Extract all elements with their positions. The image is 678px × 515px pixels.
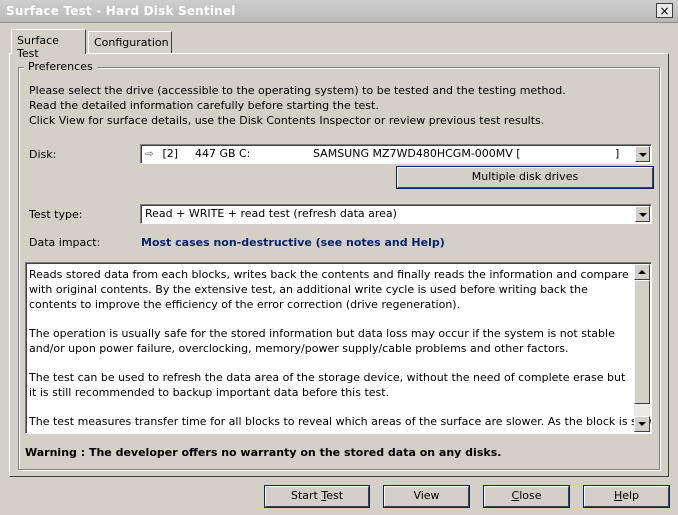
- description-paragraph-4: The test measures transfer time for all …: [29, 415, 652, 428]
- test-type-value: Read + WRITE + read test (refresh data a…: [145, 207, 397, 220]
- scroll-down-icon[interactable]: [634, 416, 650, 432]
- intro-line-3: Click View for surface details, use the …: [29, 114, 545, 127]
- scrollbar-thumb[interactable]: [634, 280, 650, 404]
- disk-letter: C:: [239, 147, 251, 160]
- disk-model: SAMSUNG MZ7WD480HCGM-000MV [: [313, 147, 521, 160]
- preferences-legend: Preferences: [24, 60, 97, 73]
- description-textbox[interactable]: Reads stored data from each blocks, writ…: [25, 262, 652, 434]
- data-impact-value: Most cases non-destructive (see notes an…: [141, 236, 445, 249]
- tab-label: Configuration: [94, 36, 169, 49]
- scroll-up-icon[interactable]: [634, 264, 650, 280]
- close-button[interactable]: Close: [484, 486, 569, 507]
- tab-surface-test[interactable]: Surface Test: [11, 29, 86, 60]
- description-paragraph-3: The test can be used to refresh the data…: [29, 371, 626, 399]
- close-label-post: lose: [519, 489, 542, 502]
- test-type-select[interactable]: Read + WRITE + read test (refresh data a…: [140, 204, 652, 224]
- disk-label: Disk:: [29, 148, 57, 161]
- help-label-key: H: [613, 489, 623, 502]
- disk-model-suffix: ]: [615, 147, 620, 160]
- start-test-label-pre: Start: [290, 489, 322, 502]
- start-test-label-post: est: [326, 489, 344, 502]
- intro-line-1: Please select the drive (accessible to t…: [29, 84, 566, 97]
- help-button[interactable]: Help: [584, 486, 669, 507]
- start-test-button[interactable]: Start Test: [265, 486, 369, 507]
- multiple-disk-drives-button[interactable]: Multiple disk drives: [397, 167, 653, 188]
- close-icon: ×: [659, 4, 670, 18]
- intro-line-2: Read the detailed information carefully …: [29, 99, 379, 112]
- view-button[interactable]: View: [384, 486, 469, 507]
- disk-index: [2]: [162, 147, 179, 160]
- description-scrollbar[interactable]: [634, 264, 650, 432]
- close-window-button[interactable]: ×: [656, 3, 673, 18]
- chevron-down-icon[interactable]: [635, 146, 650, 162]
- description-paragraph-2: The operation is usually safe for the st…: [29, 327, 615, 355]
- help-label-post: elp: [622, 489, 640, 502]
- tab-configuration[interactable]: Configuration: [88, 31, 172, 53]
- hdd-icon: ⇨: [145, 149, 154, 160]
- title-bar: Surface Test - Hard Disk Sentinel ×: [0, 0, 678, 23]
- warning-text: Warning : The developer offers no warran…: [25, 446, 502, 459]
- disk-size: 447 GB: [195, 147, 236, 160]
- chevron-down-icon[interactable]: [635, 206, 650, 222]
- disk-entry: ⇨ [2]: [145, 147, 178, 160]
- description-text: Reads stored data from each blocks, writ…: [29, 267, 652, 433]
- disk-select[interactable]: ⇨ [2] 447 GB C: SAMSUNG MZ7WD480HCGM-000…: [140, 144, 652, 164]
- description-paragraph-1: Reads stored data from each blocks, writ…: [29, 268, 629, 311]
- test-type-label: Test type:: [29, 208, 83, 221]
- data-impact-label: Data impact:: [29, 236, 101, 249]
- window-title: Surface Test - Hard Disk Sentinel: [6, 4, 236, 18]
